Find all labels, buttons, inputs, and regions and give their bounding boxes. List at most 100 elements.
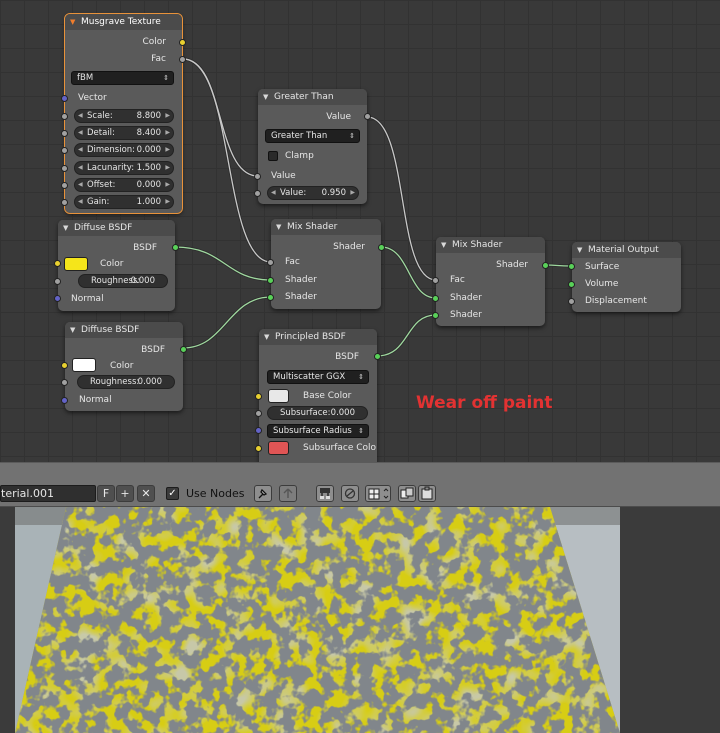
material-name-field[interactable]: terial.001: [0, 485, 96, 502]
musgrave-texture-node[interactable]: ▼ Musgrave Texture Color Fac fBM ⇕ Vecto…: [61, 13, 186, 214]
output-value-socket[interactable]: [364, 113, 371, 120]
decrement-arrow-icon[interactable]: ◀: [78, 179, 83, 191]
paste-nodes-icon[interactable]: [418, 485, 436, 502]
collapse-arrow-icon[interactable]: ▼: [264, 329, 269, 345]
input-value2-socket[interactable]: [254, 190, 261, 197]
fake-user-button[interactable]: F: [97, 485, 115, 502]
output-shader-socket[interactable]: [378, 244, 385, 251]
input-roughness-socket[interactable]: [61, 379, 68, 386]
subsurface-field[interactable]: Subsurface: 0.000: [267, 406, 368, 420]
collapse-arrow-icon[interactable]: ▼: [263, 89, 268, 105]
collapse-arrow-icon[interactable]: ▼: [276, 219, 281, 235]
snap-element-icon[interactable]: [365, 485, 391, 502]
3d-viewport[interactable]: [0, 507, 720, 733]
increment-arrow-icon[interactable]: ▶: [165, 162, 170, 174]
offset-field[interactable]: ◀ Offset: 0.000 ▶: [74, 178, 174, 192]
mix-shader-node-2[interactable]: ▼ Mix Shader Shader Fac Shader Shader: [432, 237, 549, 326]
pin-icon[interactable]: [254, 485, 272, 502]
input-color-socket[interactable]: [54, 260, 61, 267]
input-base-color-socket[interactable]: [255, 393, 262, 400]
increment-arrow-icon[interactable]: ▶: [165, 196, 170, 208]
output-bsdf-socket[interactable]: [172, 244, 179, 251]
input-scale-socket[interactable]: [61, 113, 68, 120]
node-header[interactable]: ▼ Material Output: [572, 242, 681, 258]
increment-arrow-icon[interactable]: ▶: [165, 110, 170, 122]
input-shader1-socket[interactable]: [267, 277, 274, 284]
roughness-field[interactable]: Roughness: 0.000: [77, 375, 175, 389]
input-shader2-socket[interactable]: [432, 312, 439, 319]
input-fac-socket[interactable]: [432, 277, 439, 284]
collapse-arrow-icon[interactable]: ▼: [70, 14, 75, 30]
scale-field[interactable]: ◀ Scale: 8.800 ▶: [74, 109, 174, 123]
use-nodes-checkbox[interactable]: ✓: [166, 487, 179, 500]
input-subsurface-color-socket[interactable]: [255, 445, 262, 452]
roughness-field[interactable]: Roughness: 0.000: [78, 274, 168, 288]
mix-shader-node-1[interactable]: ▼ Mix Shader Shader Fac Shader Shader: [267, 219, 385, 309]
input-gain-socket[interactable]: [61, 199, 68, 206]
node-header[interactable]: ▼ Musgrave Texture: [65, 14, 182, 30]
increment-arrow-icon[interactable]: ▶: [350, 187, 355, 199]
input-shader2-socket[interactable]: [267, 294, 274, 301]
output-bsdf-socket[interactable]: [180, 346, 187, 353]
collapse-arrow-icon[interactable]: ▼: [70, 322, 75, 338]
node-header[interactable]: ▼ Greater Than: [258, 89, 367, 105]
collapse-arrow-icon[interactable]: ▼: [441, 237, 446, 253]
decrement-arrow-icon[interactable]: ◀: [271, 187, 276, 199]
base-color-swatch[interactable]: [268, 389, 289, 403]
principled-bsdf-node[interactable]: ▼ Principled BSDF BSDF Multiscatter GGX …: [255, 329, 381, 462]
increment-arrow-icon[interactable]: ▶: [165, 179, 170, 191]
decrement-arrow-icon[interactable]: ◀: [78, 162, 83, 174]
unlink-material-button[interactable]: ✕: [137, 485, 155, 502]
collapse-arrow-icon[interactable]: ▼: [63, 220, 68, 236]
diffuse-bsdf-node-1[interactable]: ▼ Diffuse BSDF BSDF Color Roughness: 0.00…: [54, 220, 179, 311]
input-fac-socket[interactable]: [267, 259, 274, 266]
node-editor[interactable]: ▼ Musgrave Texture Color Fac fBM ⇕ Vecto…: [0, 0, 720, 462]
subsurface-color-swatch[interactable]: [268, 441, 289, 455]
input-roughness-socket[interactable]: [54, 278, 61, 285]
color-swatch[interactable]: [64, 257, 88, 271]
input-color-socket[interactable]: [61, 362, 68, 369]
input-subsurface-socket[interactable]: [255, 410, 262, 417]
input-displacement-socket[interactable]: [568, 298, 575, 305]
dimension-field[interactable]: ◀ Dimension: 0.000 ▶: [74, 143, 174, 157]
input-subsurface-radius-socket[interactable]: [255, 427, 262, 434]
subsurface-radius-dropdown[interactable]: Subsurface Radius ⇕: [267, 424, 369, 438]
increment-arrow-icon[interactable]: ▶: [165, 127, 170, 139]
musgrave-type-dropdown[interactable]: fBM ⇕: [71, 71, 174, 85]
input-normal-socket[interactable]: [54, 295, 61, 302]
node-header[interactable]: ▼ Diffuse BSDF: [65, 322, 183, 338]
decrement-arrow-icon[interactable]: ◀: [78, 196, 83, 208]
output-color-socket[interactable]: [179, 39, 186, 46]
math-operation-dropdown[interactable]: Greater Than ⇕: [265, 129, 360, 143]
output-fac-socket[interactable]: [179, 56, 186, 63]
increment-arrow-icon[interactable]: ▶: [165, 144, 170, 156]
gain-field[interactable]: ◀ Gain: 1.000 ▶: [74, 195, 174, 209]
decrement-arrow-icon[interactable]: ◀: [78, 110, 83, 122]
input-volume-socket[interactable]: [568, 281, 575, 288]
input-surface-socket[interactable]: [568, 263, 575, 270]
lacunarity-field[interactable]: ◀ Lacunarity: 1.500 ▶: [74, 161, 174, 175]
parent-node-icon[interactable]: [279, 485, 297, 502]
input-shader1-socket[interactable]: [432, 295, 439, 302]
input-dimension-socket[interactable]: [61, 147, 68, 154]
distribution-dropdown[interactable]: Multiscatter GGX ⇕: [267, 370, 369, 384]
input-vector-socket[interactable]: [61, 95, 68, 102]
node-tree-icon[interactable]: [316, 485, 334, 502]
copy-nodes-icon[interactable]: [398, 485, 416, 502]
node-header[interactable]: ▼ Mix Shader: [436, 237, 545, 253]
material-output-node[interactable]: ▼ Material Output Surface Volume Displac…: [568, 242, 681, 312]
decrement-arrow-icon[interactable]: ◀: [78, 144, 83, 156]
new-material-button[interactable]: +: [116, 485, 134, 502]
diffuse-bsdf-node-2[interactable]: ▼ Diffuse BSDF BSDF Color Roughness: 0.00…: [61, 322, 187, 411]
greater-than-node[interactable]: ▼ Greater Than Value Greater Than ⇕ Clam…: [254, 89, 371, 204]
node-header[interactable]: ▼ Diffuse BSDF: [58, 220, 175, 236]
input-lacunarity-socket[interactable]: [61, 165, 68, 172]
collapse-arrow-icon[interactable]: ▼: [577, 242, 582, 258]
node-header[interactable]: ▼ Mix Shader: [271, 219, 381, 235]
snap-icon[interactable]: [341, 485, 359, 502]
output-shader-socket[interactable]: [542, 262, 549, 269]
clamp-checkbox[interactable]: [268, 151, 278, 161]
decrement-arrow-icon[interactable]: ◀: [78, 127, 83, 139]
detail-field[interactable]: ◀ Detail: 8.400 ▶: [74, 126, 174, 140]
input-normal-socket[interactable]: [61, 397, 68, 404]
